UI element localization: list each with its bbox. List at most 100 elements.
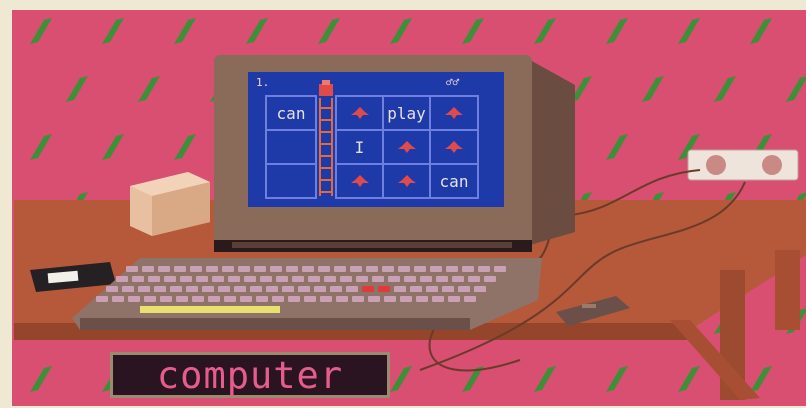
- keyboard-key: [464, 296, 476, 302]
- keyboard-key: [372, 276, 384, 282]
- keyboard-key: [394, 286, 406, 292]
- keyboard-key: [432, 296, 444, 302]
- grid-empty-cell: [266, 130, 316, 164]
- keyboard-key: [132, 276, 144, 282]
- keyboard-key: [458, 286, 470, 292]
- keyboard-key: [116, 276, 128, 282]
- keyboard-key: [266, 286, 278, 292]
- keyboard-key: [256, 296, 268, 302]
- keyboard-key: [174, 266, 186, 272]
- keyboard-key: [112, 296, 124, 302]
- grid-word: play: [387, 103, 426, 123]
- keyboard-key: [436, 276, 448, 282]
- keyboard-key: [314, 286, 326, 292]
- grid-word: can: [276, 103, 306, 123]
- keyboard-key: [448, 296, 460, 302]
- keyboard-key: [410, 286, 422, 292]
- keyboard-key: [382, 266, 394, 272]
- keyboard-key: [318, 266, 330, 272]
- keyboard-key: [260, 276, 272, 282]
- keyboard-key: [336, 296, 348, 302]
- keyboard-key: [208, 296, 220, 302]
- keyboard-key: [270, 266, 282, 272]
- keyboard-key: [224, 296, 236, 302]
- keyboard-key: [416, 296, 428, 302]
- ship-sprite-icon: [383, 164, 430, 198]
- keyboard-key: [350, 266, 362, 272]
- grid-empty-cell: [266, 164, 316, 198]
- keyboard-key: [368, 296, 380, 302]
- keyboard-key: [414, 266, 426, 272]
- keyboard-key: [446, 266, 458, 272]
- keyboard-key: [190, 266, 202, 272]
- keyboard-key: [330, 286, 342, 292]
- keyboard-key: [276, 276, 288, 282]
- keyboard-key: [452, 276, 464, 282]
- keyboard-key: [128, 296, 140, 302]
- keyboard-key: [356, 276, 368, 282]
- keyboard-key: [304, 296, 316, 302]
- keyboard-key: [288, 296, 300, 302]
- keyboard-key: [212, 276, 224, 282]
- keyboard-key: [144, 296, 156, 302]
- keyboard: [72, 258, 542, 330]
- keyboard-key: [388, 276, 400, 282]
- keyboard-key: [228, 276, 240, 282]
- keyboard-key: [234, 286, 246, 292]
- keyboard-key: [478, 266, 490, 272]
- keyboard-key: [404, 276, 416, 282]
- keyboard-key: [158, 266, 170, 272]
- keyboard-key: [126, 266, 138, 272]
- keyboard-key: [398, 266, 410, 272]
- keyboard-key: [170, 286, 182, 292]
- keyboard-key: [148, 276, 160, 282]
- keyboard-key: [122, 286, 134, 292]
- keyboard-key: [218, 286, 230, 292]
- keyboard-key: [334, 266, 346, 272]
- scene-illustration: [0, 0, 806, 408]
- keyboard-key: [180, 276, 192, 282]
- keyboard-key: [186, 286, 198, 292]
- keyboard-key: [154, 286, 166, 292]
- ship-sprite-icon: [430, 96, 478, 130]
- keyboard-key: [286, 266, 298, 272]
- keyboard-key: [302, 266, 314, 272]
- keyboard-key: [442, 286, 454, 292]
- level-indicator: 1.: [256, 76, 270, 89]
- keyboard-key: [484, 276, 496, 282]
- keyboard-key: [420, 276, 432, 282]
- keyboard-key: [384, 296, 396, 302]
- score-indicator: ♂♂: [446, 76, 460, 89]
- grid-word: can: [439, 171, 469, 191]
- keyboard-key: [320, 296, 332, 302]
- keyboard-key: [292, 276, 304, 282]
- ship-sprite-icon: [336, 96, 383, 130]
- keyboard-key: [366, 266, 378, 272]
- keyboard-key: [192, 296, 204, 302]
- keyboard-key: [308, 276, 320, 282]
- keyboard-key: [138, 286, 150, 292]
- keyboard-key: [254, 266, 266, 272]
- keyboard-key: [346, 286, 358, 292]
- keyboard-key: [282, 286, 294, 292]
- keyboard-key: [298, 286, 310, 292]
- keyboard-key: [164, 276, 176, 282]
- keyboard-key: [474, 286, 486, 292]
- keyboard-key: [196, 276, 208, 282]
- keyboard-key: [324, 276, 336, 282]
- keyboard-key: [222, 266, 234, 272]
- keyboard-key: [340, 276, 352, 282]
- keyboard-key: [96, 296, 108, 302]
- keyboard-key: [238, 266, 250, 272]
- keyboard-key: [240, 296, 252, 302]
- ship-sprite-icon: [430, 130, 478, 164]
- grid-word: I: [354, 137, 365, 157]
- keyboard-key: [430, 266, 442, 272]
- keyboard-key: [160, 296, 172, 302]
- caption-label: computer: [110, 352, 390, 398]
- keyboard-spacebar: [140, 306, 280, 313]
- keyboard-key: [378, 286, 390, 292]
- keyboard-key: [494, 266, 506, 272]
- keyboard-key: [250, 286, 262, 292]
- keyboard-key: [462, 266, 474, 272]
